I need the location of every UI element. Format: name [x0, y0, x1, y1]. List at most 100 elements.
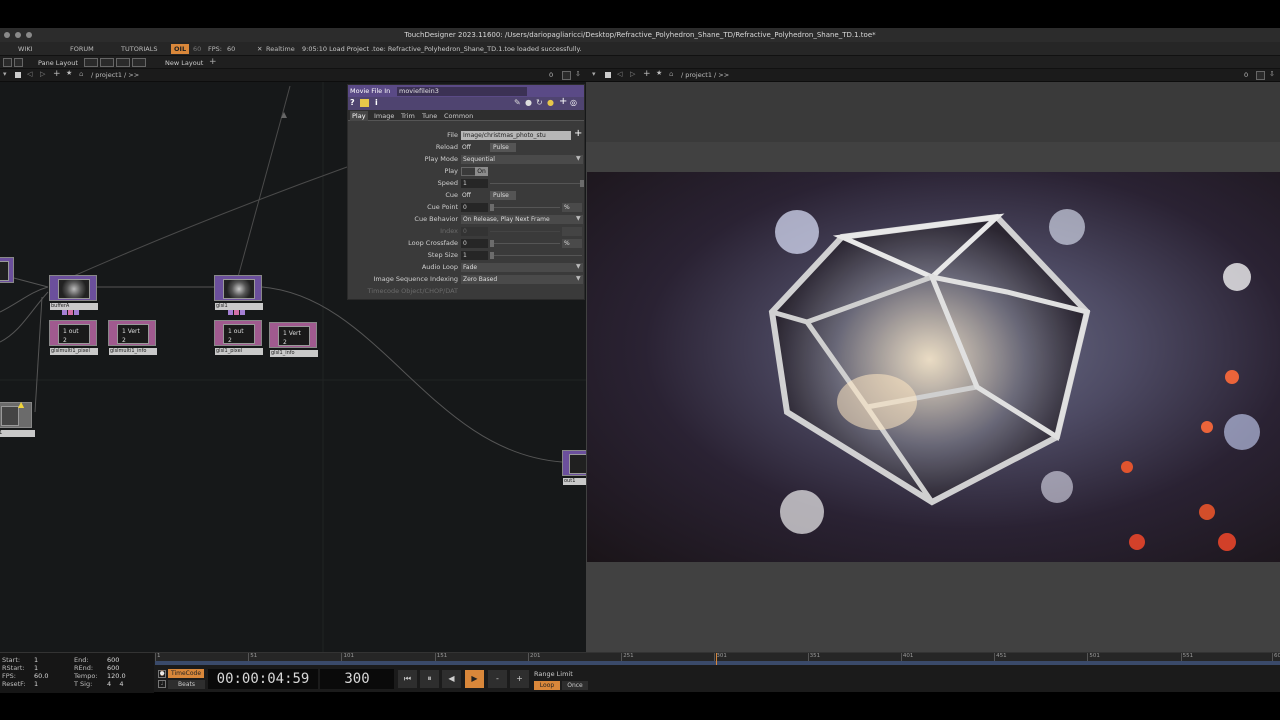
loopcrossfade-slider[interactable] — [494, 243, 560, 244]
help-icon[interactable]: ? — [350, 98, 355, 107]
back-icon[interactable]: ◁ — [27, 70, 32, 78]
timecode-display[interactable]: 00:00:04:59 — [208, 669, 318, 689]
timecode-toggle[interactable]: TimeCode — [168, 669, 205, 678]
cue-toggle[interactable]: Off — [462, 191, 471, 200]
export-icon[interactable]: ⇩ — [575, 70, 581, 78]
imgseq-menu[interactable]: Zero Based — [461, 275, 583, 284]
tab-tune[interactable]: Tune — [420, 111, 439, 121]
node-glslmulti1-pixel[interactable]: 1 out 2 glslmulti1_pixel — [49, 320, 98, 355]
node-glsl1-info[interactable]: 1 Vert 2 glsl1_info — [269, 322, 318, 357]
cuepoint-field[interactable]: 0 — [461, 203, 488, 212]
loopcrossfade-field[interactable]: 0 — [461, 239, 488, 248]
node-out1-name[interactable]: out1 — [563, 478, 586, 485]
node-glsl1-pixel-name[interactable]: glsl1_pixel — [215, 348, 263, 355]
python-icon[interactable]: ● — [547, 98, 554, 107]
viewer-add-pane-icon[interactable]: + — [643, 69, 651, 79]
comment-icon[interactable]: ● — [525, 98, 532, 107]
speed-slider[interactable] — [490, 183, 582, 184]
beats-toggle[interactable]: Beats — [168, 680, 205, 689]
forward-icon[interactable]: ▷ — [40, 70, 45, 78]
once-toggle[interactable]: Once — [562, 681, 588, 690]
layout-preset-2[interactable] — [100, 58, 114, 67]
pane-layout-label[interactable]: Pane Layout — [38, 59, 78, 67]
layout-preset-4[interactable] — [132, 58, 146, 67]
network-path[interactable]: / project1 / >> — [91, 71, 139, 79]
fps-value[interactable]: 60.0 — [34, 672, 48, 680]
bookmark-star-icon[interactable]: ★ — [66, 69, 72, 77]
add-pane-icon[interactable]: + — [53, 69, 61, 79]
step-minus-button[interactable]: - — [488, 670, 507, 688]
frame-display[interactable]: 300 — [320, 669, 394, 689]
add-icon[interactable]: + — [559, 96, 567, 107]
playmode-dropdown-icon[interactable]: ▼ — [576, 155, 581, 162]
pane-type-icon[interactable] — [15, 72, 21, 78]
stepsize-slider[interactable] — [494, 255, 582, 256]
rend-value[interactable]: 600 — [107, 664, 119, 672]
speed-slider-knob[interactable] — [580, 180, 584, 187]
cuepoint-unit-menu[interactable]: % — [562, 203, 582, 212]
cue-pulse-button[interactable]: Pulse — [490, 191, 516, 200]
viewer-bookmark-star-icon[interactable]: ★ — [656, 69, 662, 77]
timeline-range-bar[interactable] — [155, 661, 1280, 665]
new-layout-label[interactable]: New Layout — [165, 59, 203, 67]
add-layout-icon[interactable]: + — [209, 57, 217, 67]
node-bufferA[interactable]: bufferA — [49, 275, 98, 310]
view-options-icon[interactable] — [562, 71, 571, 80]
playmode-menu[interactable]: Sequential — [461, 155, 583, 164]
pane-menu-icon[interactable]: ▾ — [3, 70, 7, 78]
step-back-button[interactable]: ◀ — [442, 670, 461, 688]
render-preview[interactable] — [587, 172, 1280, 562]
minimize-window-icon[interactable] — [15, 32, 21, 38]
viewer-export-icon[interactable]: ⇩ — [1269, 70, 1275, 78]
speed-field[interactable]: 1 — [461, 179, 488, 188]
python-help-icon[interactable] — [360, 99, 369, 107]
tab-play[interactable]: Play — [350, 111, 368, 121]
node-glsl1-flags[interactable] — [228, 309, 248, 315]
target-icon[interactable]: ◎ — [570, 98, 577, 107]
wiki-link[interactable]: WIKI — [14, 44, 37, 54]
stepsize-field[interactable]: 1 — [461, 251, 488, 260]
viewer-back-icon[interactable]: ◁ — [617, 70, 622, 78]
loop-toggle[interactable]: Loop — [534, 681, 560, 690]
home-icon[interactable]: ⌂ — [79, 70, 83, 78]
file-browse-icon[interactable]: + — [574, 128, 582, 139]
viewer-forward-icon[interactable]: ▷ — [630, 70, 635, 78]
node-glsl1-info-name[interactable]: glsl1_info — [270, 350, 318, 357]
edit-icon[interactable]: ✎ — [514, 98, 521, 107]
node-glsl1[interactable]: glsl1 — [214, 275, 263, 310]
cuebehavior-menu[interactable]: On Release, Play Next Frame — [461, 215, 583, 224]
oil-indicator[interactable]: OIL — [171, 44, 190, 54]
refresh-icon[interactable]: ↻ — [536, 98, 543, 107]
viewer-path[interactable]: / project1 / >> — [681, 71, 729, 79]
audioloop-dropdown-icon[interactable]: ▼ — [576, 263, 581, 270]
pane-split-icon[interactable] — [3, 58, 12, 67]
forum-link[interactable]: FORUM — [66, 44, 98, 54]
viewer-options-icon[interactable] — [1256, 71, 1265, 80]
rstart-value[interactable]: 1 — [34, 664, 38, 672]
node-out1[interactable]: out1 — [562, 450, 586, 485]
end-value[interactable]: 600 — [107, 656, 119, 664]
play-toggle[interactable]: On — [475, 167, 488, 176]
viewer-pane-menu-icon[interactable]: ▾ — [592, 70, 596, 78]
audioloop-menu[interactable]: Fade — [461, 263, 583, 272]
node-glslmulti1-info-name[interactable]: glslmulti1_info — [109, 348, 157, 355]
tsig-value[interactable]: 4 4 — [107, 680, 124, 688]
viewer-pane-type-icon[interactable] — [605, 72, 611, 78]
tab-common[interactable]: Common — [442, 111, 475, 121]
layout-preset-1[interactable] — [84, 58, 98, 67]
start-value[interactable]: 1 — [34, 656, 38, 664]
maximize-window-icon[interactable] — [26, 32, 32, 38]
play-button[interactable]: ▶ — [465, 670, 484, 688]
viewer-home-icon[interactable]: ⌂ — [669, 70, 673, 78]
warning-icon[interactable]: ▲ — [18, 400, 24, 409]
reload-pulse-button[interactable]: Pulse — [490, 143, 516, 152]
pause-button[interactable]: ⏸ — [420, 670, 439, 688]
file-field[interactable]: Image/christmas_photo_stu — [461, 131, 571, 140]
cuebehavior-dropdown-icon[interactable]: ▼ — [576, 215, 581, 222]
loopcrossfade-unit-menu[interactable]: % — [562, 239, 582, 248]
tempo-value[interactable]: 120.0 — [107, 672, 126, 680]
op-name-field[interactable]: moviefilein3 — [397, 87, 527, 96]
node-glslmulti1-pixel-name[interactable]: glslmulti1_pixel — [50, 348, 98, 355]
node-glslmulti1-info[interactable]: 1 Vert 2 glslmulti1_info — [108, 320, 157, 355]
node-map1[interactable]: map1 — [0, 402, 35, 437]
